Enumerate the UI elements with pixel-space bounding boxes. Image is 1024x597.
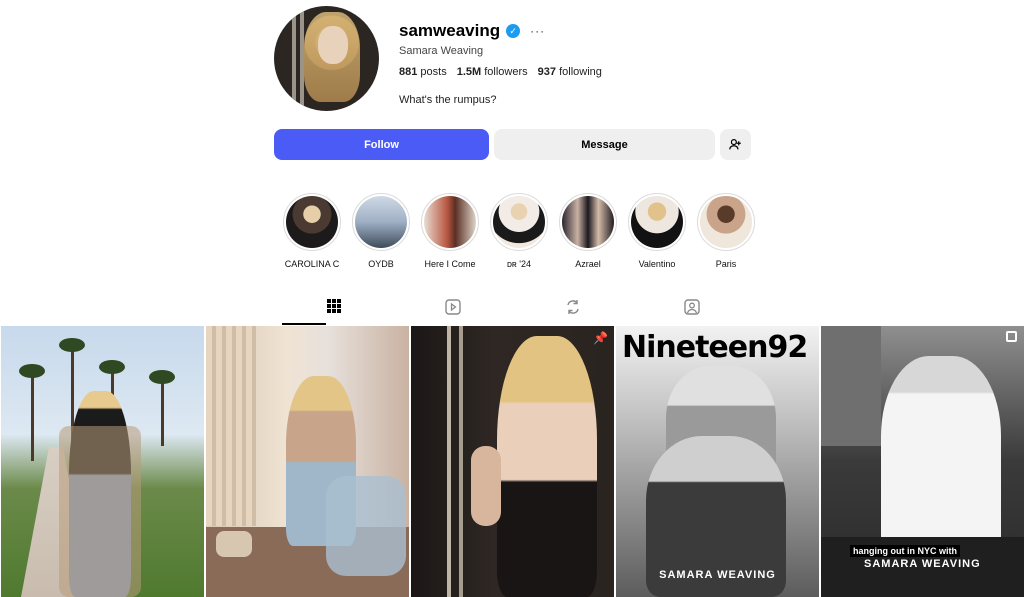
post-caption-line2: SAMARA WEAVING [864, 558, 981, 570]
bio: What's the rumpus? [399, 94, 497, 106]
followers-stat[interactable]: 1.5M followers [457, 66, 528, 78]
highlight-item[interactable]: OYDB [352, 193, 410, 269]
post-thumbnail[interactable] [206, 326, 409, 597]
highlight-item[interactable]: ᴅʀ '24 [490, 193, 548, 269]
highlight-ring [559, 193, 617, 251]
highlight-ring [283, 193, 341, 251]
pin-icon: 📌 [593, 331, 608, 345]
highlight-cover [355, 196, 407, 248]
posts-count: 881 [399, 66, 418, 78]
full-name: Samara Weaving [399, 45, 484, 57]
post-caption-line1: hanging out in NYC with [850, 545, 960, 557]
posts-label: posts [420, 66, 447, 78]
add-user-button[interactable] [720, 129, 751, 160]
message-button[interactable]: Message [494, 129, 715, 160]
add-user-icon [729, 139, 741, 150]
reposts-icon [567, 300, 579, 314]
profile-tabs [274, 293, 752, 325]
grid-icon [326, 299, 341, 313]
highlight-label: ᴅʀ '24 [506, 259, 532, 269]
highlight-cover [562, 196, 614, 248]
carousel-icon [1006, 331, 1017, 342]
highlight-item[interactable]: Valentino [628, 193, 686, 269]
highlight-ring [352, 193, 410, 251]
post-thumbnail[interactable]: 📌 [411, 326, 614, 597]
highlight-cover [286, 196, 338, 248]
post-thumbnail[interactable]: hanging out in NYC with SAMARA WEAVING [821, 326, 1024, 597]
username-row: samweaving ✓ ··· [399, 21, 545, 41]
tab-reels[interactable] [394, 293, 514, 325]
post-thumbnail[interactable]: Nineteen92 SAMARA WEAVING [616, 326, 819, 597]
followers-label: followers [484, 66, 528, 78]
follow-button[interactable]: Follow [274, 129, 489, 160]
verified-badge-icon: ✓ [506, 24, 521, 38]
highlight-item[interactable]: Paris [697, 193, 755, 269]
highlight-label: Here I Come [424, 259, 476, 269]
tab-posts[interactable] [274, 293, 394, 325]
tab-reposts[interactable] [513, 293, 633, 325]
posts-grid: 📌 Nineteen92 SAMARA WEAVING hanging out … [1, 326, 1024, 597]
highlight-cover [424, 196, 476, 248]
highlight-ring [628, 193, 686, 251]
highlight-label: CAROLINA C [284, 259, 340, 269]
highlight-item[interactable]: CAROLINA C [283, 193, 341, 269]
highlight-item[interactable]: Here I Come [421, 193, 479, 269]
highlight-label: Valentino [638, 259, 676, 269]
highlight-label: Azrael [575, 259, 601, 269]
highlight-cover [631, 196, 683, 248]
highlight-ring [421, 193, 479, 251]
profile-stats: 881 posts 1.5M followers 937 following [399, 66, 602, 78]
following-stat[interactable]: 937 following [538, 66, 602, 78]
highlight-label: OYDB [368, 259, 394, 269]
tab-tagged[interactable] [633, 293, 753, 325]
post-thumbnail[interactable] [1, 326, 204, 597]
posts-stat: 881 posts [399, 66, 447, 78]
magazine-title: Nineteen92 [622, 330, 808, 365]
highlight-cover [700, 196, 752, 248]
highlight-ring [697, 193, 755, 251]
username: samweaving [399, 21, 501, 40]
highlight-ring [490, 193, 548, 251]
following-count: 937 [537, 66, 557, 78]
active-tab-indicator [282, 323, 326, 325]
profile-avatar[interactable] [274, 6, 379, 111]
tagged-icon [684, 299, 700, 315]
more-options-icon[interactable]: ··· [530, 24, 545, 38]
reels-icon [445, 299, 461, 315]
magazine-cover-name: SAMARA WEAVING [659, 569, 776, 581]
story-highlights: CAROLINA C OYDB Here I Come ᴅʀ '24 Azrae… [283, 193, 755, 269]
highlight-cover [493, 196, 545, 248]
following-label: following [559, 66, 602, 78]
highlight-item[interactable]: Azrael [559, 193, 617, 269]
followers-count: 1.5M [456, 66, 482, 78]
highlight-label: Paris [715, 259, 737, 269]
